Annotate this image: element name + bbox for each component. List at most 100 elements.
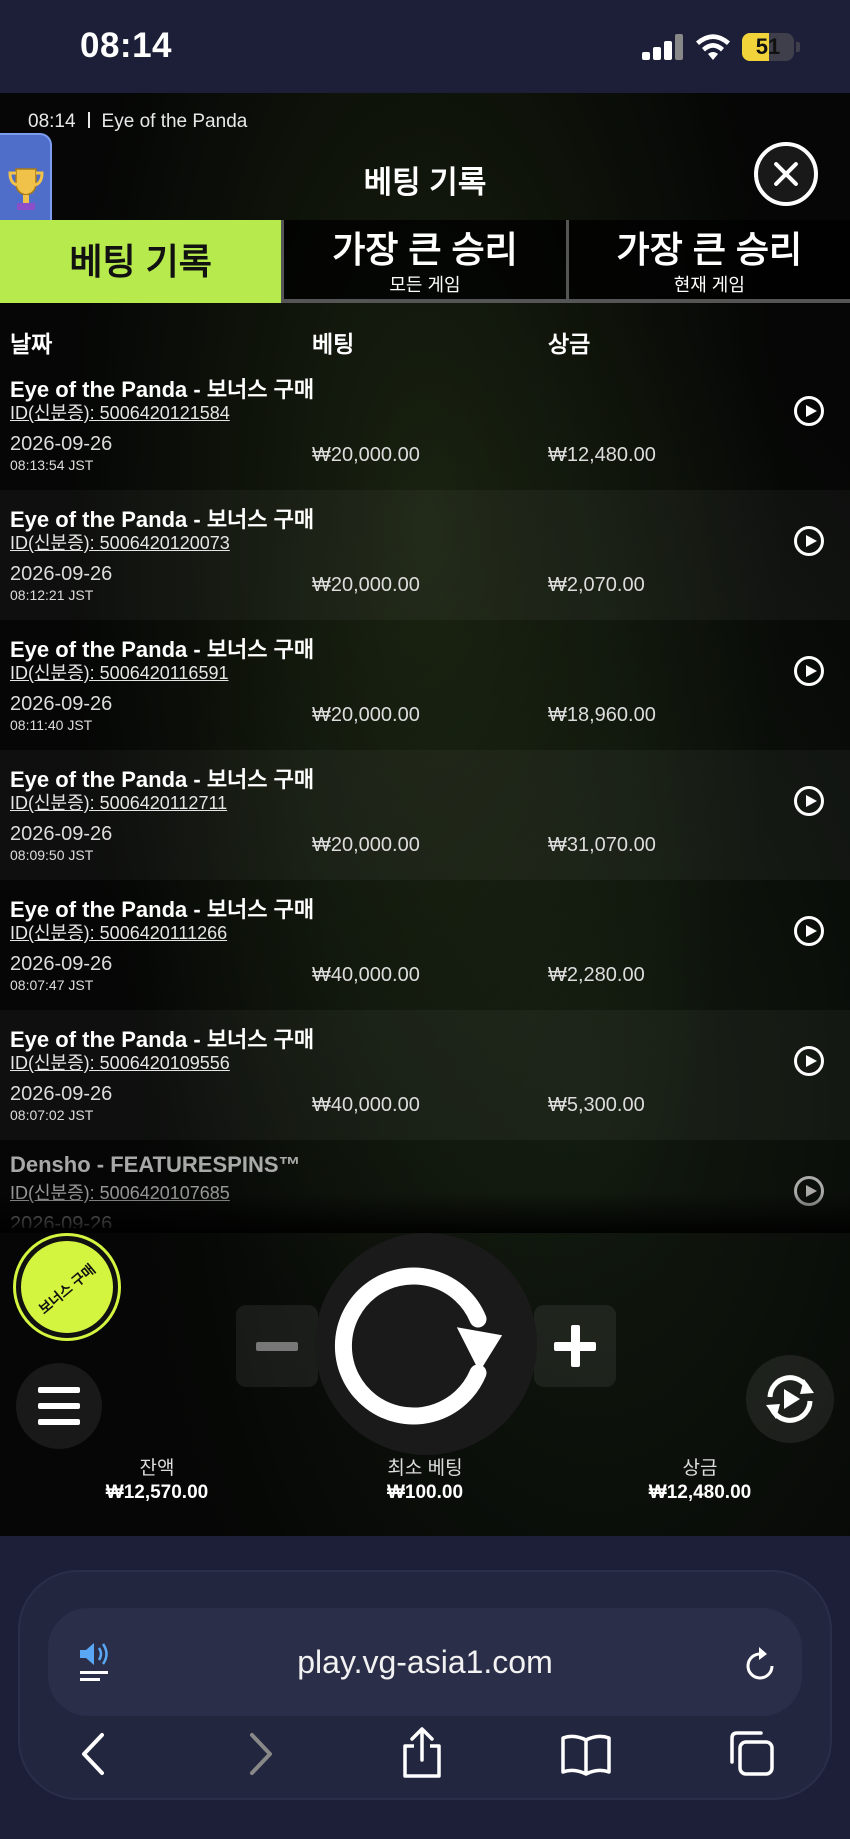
column-headers: 날짜 베팅 상금 [0,303,850,360]
tab-biggest-win-all-games[interactable]: 가장 큰 승리 모든 게임 [281,220,566,303]
ticker-time: 08:14 [28,111,76,132]
balance-label: 잔액 [139,1458,175,1479]
tab-sublabel: 현재 게임 [673,275,745,295]
balance-value: ₩12,570.00 [105,1482,209,1503]
ticker-game-name: Eye of the Panda [101,111,248,132]
menu-button[interactable] [16,1363,102,1449]
panel-title: 베팅 기록 [363,165,487,200]
cellular-signal-icon [642,34,684,60]
tab-label: 베팅 기록 [69,241,212,282]
history-row: Eye of the Panda - 보너스 구매 ID(신분증): 50064… [0,1010,850,1140]
win-value: ₩12,480.00 [648,1482,752,1503]
tabs-icon[interactable] [726,1728,776,1778]
bet-history-list[interactable]: Eye of the Panda - 보너스 구매 ID(신분증): 50064… [0,360,850,1228]
battery-tip [796,42,800,52]
autoplay-icon [766,1375,814,1423]
row-id-link[interactable]: ID(신분증): 5006420111266 [10,919,227,945]
status-time: 08:14 [80,26,173,65]
replay-play-icon[interactable] [794,786,824,816]
bonus-buy-button[interactable]: 보너스 구매 [16,1236,118,1338]
close-button[interactable] [754,142,818,206]
list-fade-overlay [0,1193,850,1233]
row-time: 08:12:21 JST [10,587,94,603]
history-tabs: 베팅 기록 가장 큰 승리 모든 게임 가장 큰 승리 현재 게임 [0,220,850,303]
row-id-link[interactable]: ID(신분증): 5006420109556 [10,1049,230,1075]
row-bet: ₩20,000.00 [312,704,420,726]
hamburger-line [38,1419,80,1425]
row-time: 08:09:50 JST [10,847,94,863]
autoplay-button[interactable] [746,1355,834,1443]
row-bet: ₩20,000.00 [312,574,420,596]
row-win: ₩12,480.00 [548,444,656,466]
history-row: Eye of the Panda - 보너스 구매 ID(신분증): 50064… [0,360,850,490]
replay-play-icon[interactable] [794,656,824,686]
row-date: 2026-09-26 [10,693,113,715]
back-arrow-icon[interactable] [78,1731,108,1777]
hamburger-line [38,1387,80,1393]
reload-icon[interactable] [744,1646,778,1682]
row-bet: ₩20,000.00 [312,834,420,856]
replay-play-icon[interactable] [794,526,824,556]
row-bet: ₩20,000.00 [312,444,420,466]
row-bet: ₩40,000.00 [312,964,420,986]
bonus-buy-label: 보너스 구매 [35,1260,99,1318]
ticker-separator [87,112,90,128]
wifi-icon [696,34,730,60]
decrease-bet-button[interactable] [236,1305,318,1387]
status-bar: 08:14 51 [0,0,850,93]
row-time: 08:13:54 JST [10,457,94,473]
replay-play-icon[interactable] [794,916,824,946]
row-id-link[interactable]: ID(신분증): 5006420116591 [10,659,228,685]
row-date: 2026-09-26 [10,433,113,455]
history-row: Eye of the Panda - 보너스 구매 ID(신분증): 50064… [0,750,850,880]
min-bet-value: ₩100.00 [386,1482,464,1503]
win-display: 상금 ₩12,480.00 [580,1453,820,1504]
spin-icon [334,1267,503,1425]
row-win: ₩18,960.00 [548,704,656,726]
tab-sublabel: 모든 게임 [389,275,461,295]
increase-bet-button[interactable] [534,1305,616,1387]
tab-label: 가장 큰 승리 [616,229,803,270]
balance-display: 잔액 ₩12,570.00 [37,1453,277,1504]
column-bet: 베팅 [312,331,355,357]
history-row: Eye of the Panda - 보너스 구매 ID(신분증): 50064… [0,880,850,1010]
share-icon[interactable] [400,1726,444,1780]
history-row: Eye of the Panda - 보너스 구매 ID(신분증): 50064… [0,490,850,620]
column-date: 날짜 [10,331,53,357]
game-area: 08:14 Eye of the Panda 베팅 기록 베팅 기록 가장 큰 승… [0,93,850,1536]
row-win: ₩31,070.00 [548,834,656,856]
spin-button[interactable] [315,1233,537,1455]
min-bet-label: 최소 베팅 [387,1458,463,1479]
bookmarks-icon[interactable] [560,1732,612,1776]
row-id-link[interactable]: ID(신분증): 5006420121584 [10,399,230,425]
row-time: 08:07:02 JST [10,1107,94,1123]
game-ticker: 08:14 Eye of the Panda [28,111,247,133]
battery-percent: 51 [755,34,781,59]
tab-bet-history[interactable]: 베팅 기록 [0,220,282,303]
row-bet: ₩40,000.00 [312,1094,420,1116]
min-bet-display: 최소 베팅 ₩100.00 [305,1453,545,1504]
row-win: ₩2,280.00 [548,964,645,986]
browser-toolbar: play.vg-asia1.com [0,1536,850,1839]
history-row: Eye of the Panda - 보너스 구매 ID(신분증): 50064… [0,620,850,750]
row-date: 2026-09-26 [10,823,113,845]
forward-arrow-icon[interactable] [246,1731,276,1777]
row-game-name: Densho - FEATURESPINS™ [10,1152,301,1177]
battery-icon: 51 [742,33,794,61]
row-date: 2026-09-26 [10,953,113,975]
row-id-link[interactable]: ID(신분증): 5006420120073 [10,529,230,555]
row-win: ₩2,070.00 [548,574,645,596]
row-date: 2026-09-26 [10,563,113,585]
replay-play-icon[interactable] [794,1046,824,1076]
row-date: 2026-09-26 [10,1083,113,1105]
tab-label: 가장 큰 승리 [332,229,518,270]
column-win: 상금 [548,331,591,357]
address-bar[interactable]: play.vg-asia1.com [48,1608,802,1716]
hamburger-line [38,1403,80,1409]
row-time: 08:07:47 JST [10,977,94,993]
tab-biggest-win-current-game[interactable]: 가장 큰 승리 현재 게임 [565,220,850,303]
replay-play-icon[interactable] [794,396,824,426]
row-id-link[interactable]: ID(신분증): 5006420112711 [10,789,227,815]
row-win: ₩5,300.00 [548,1094,645,1116]
row-time: 08:11:40 JST [10,717,93,733]
